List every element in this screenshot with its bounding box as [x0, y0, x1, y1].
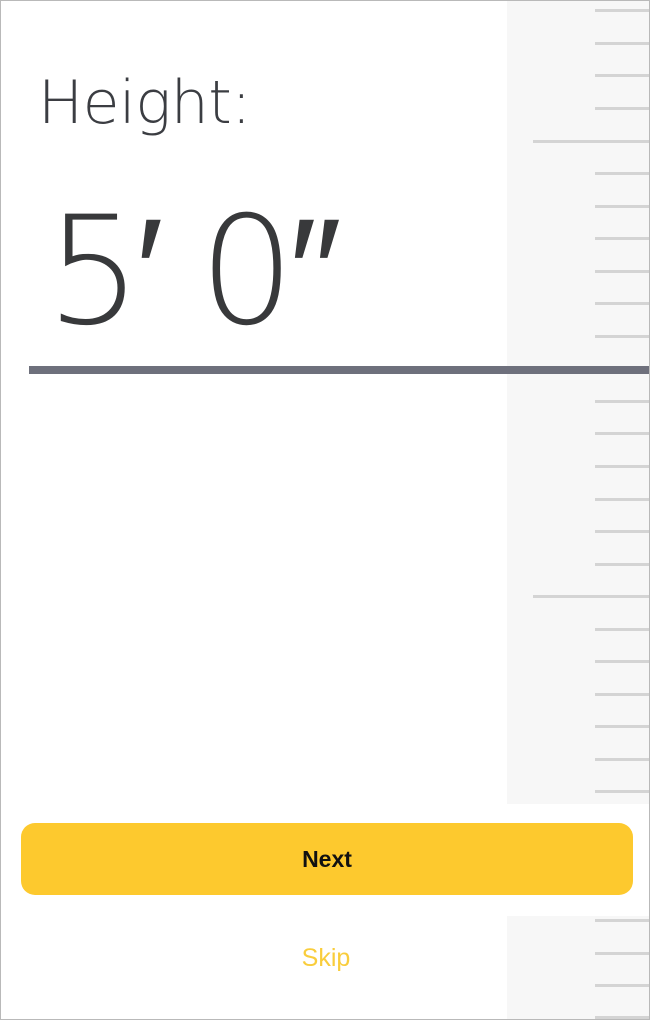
- ruler-tick: [595, 660, 649, 663]
- ruler-tick: [595, 270, 649, 273]
- height-title: Height:: [38, 68, 251, 138]
- ruler-tick: [595, 563, 649, 566]
- ruler-tick: [595, 172, 649, 175]
- ruler-tick: [595, 498, 649, 501]
- ruler-tick: [595, 432, 649, 435]
- ruler-tick: [595, 725, 649, 728]
- ruler-tick: [595, 205, 649, 208]
- ruler-tick: [595, 919, 649, 922]
- ruler-tick: [595, 1016, 649, 1019]
- ruler-tick: [595, 790, 649, 793]
- ruler-tick: [595, 693, 649, 696]
- ruler-tick: [595, 302, 649, 305]
- height-value-display: 5′ 0″: [46, 185, 342, 359]
- ruler-tick: [595, 628, 649, 631]
- ruler-tick: [595, 237, 649, 240]
- ruler-tick: [595, 758, 649, 761]
- ruler-tick-major: [533, 140, 649, 143]
- skip-link[interactable]: Skip: [292, 940, 361, 976]
- ruler-tick: [595, 42, 649, 45]
- ruler-tick-major: [533, 595, 649, 598]
- ruler-tick: [595, 530, 649, 533]
- ruler-tick: [595, 465, 649, 468]
- ruler-tick: [595, 74, 649, 77]
- ruler-tick: [595, 335, 649, 338]
- ruler-tick: [595, 9, 649, 12]
- height-picker-screen: Height: 5′ 0″ Next Skip: [0, 0, 650, 1020]
- skip-link-row: Skip: [1, 944, 649, 973]
- ruler-tick: [595, 400, 649, 403]
- ruler-tick: [595, 984, 649, 987]
- ruler-tick: [595, 107, 649, 110]
- next-button[interactable]: Next: [21, 823, 633, 895]
- ruler-indicator-line: [29, 366, 649, 374]
